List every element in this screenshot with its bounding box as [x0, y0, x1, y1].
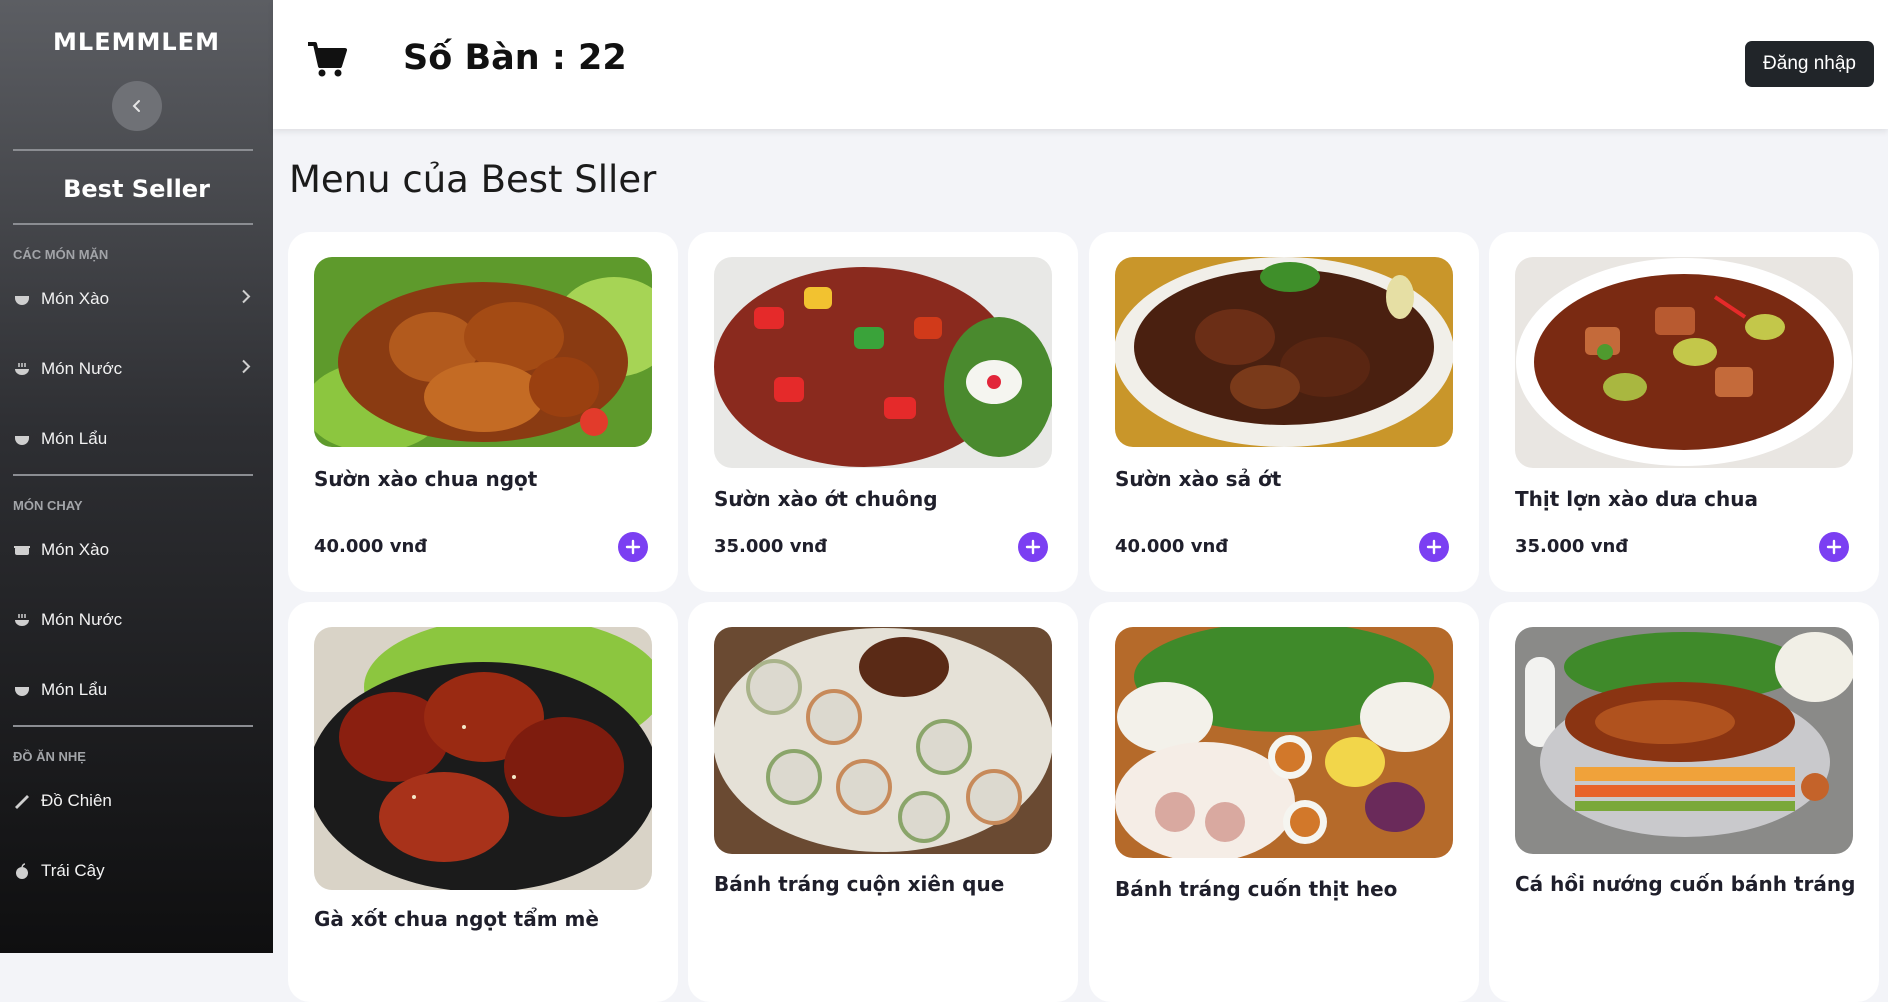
bowl-steam-icon	[13, 360, 31, 378]
login-button[interactable]: Đăng nhập	[1745, 41, 1874, 87]
page-title: Menu của Best Sller	[289, 158, 657, 201]
food-image-ca-hoi-nuong-cuon-banh-trang	[1515, 627, 1853, 854]
food-image-thit-lon-xao-dua-chua	[1515, 257, 1853, 468]
product-card[interactable]: Sườn xào ớt chuông 35.000 vnđ	[688, 232, 1078, 592]
product-price: 35.000 vnđ	[714, 536, 828, 557]
product-name: Sườn xào sả ớt	[1115, 467, 1282, 491]
add-to-cart-button[interactable]	[618, 532, 648, 562]
bowl-icon	[13, 430, 31, 448]
apple-icon	[13, 862, 31, 880]
product-name: Thịt lợn xào dưa chua	[1515, 487, 1758, 511]
sidebar-item-chay-mon-lau[interactable]: Món Lẩu	[0, 655, 273, 725]
product-name: Cá hồi nướng cuốn bánh tráng	[1515, 872, 1856, 896]
plus-icon	[1025, 539, 1041, 555]
bowl-icon	[13, 290, 31, 308]
bowl-icon	[13, 681, 31, 699]
product-name: Sườn xào ớt chuông	[714, 487, 938, 511]
chevron-left-icon	[132, 100, 140, 112]
sidebar: MLEMMLEM Best Seller CÁC MÓN MẶN Món Xào…	[0, 0, 273, 953]
chevron-right-icon	[241, 289, 251, 310]
sidebar-item-chay-mon-xao[interactable]: Món Xào	[0, 515, 273, 585]
sidebar-item-label: Món Nước	[41, 610, 123, 629]
sidebar-item-label: Trái Cây	[41, 861, 105, 880]
best-seller-link[interactable]: Best Seller	[0, 151, 273, 223]
food-image-banh-trang-cuon-xien-que	[714, 627, 1052, 854]
sidebar-item-mon-lau[interactable]: Món Lẩu	[0, 404, 273, 474]
product-card[interactable]: Cá hồi nướng cuốn bánh tráng	[1489, 602, 1879, 1002]
food-image-suon-xao-sa-ot	[1115, 257, 1453, 447]
plus-icon	[1426, 539, 1442, 555]
sidebar-item-label: Món Xào	[41, 540, 110, 559]
plus-icon	[1826, 539, 1842, 555]
sidebar-item-label: Món Lẩu	[41, 429, 108, 448]
product-name: Gà xốt chua ngọt tẩm mè	[314, 907, 599, 931]
add-to-cart-button[interactable]	[1419, 532, 1449, 562]
product-price: 40.000 vnđ	[1115, 536, 1229, 557]
sidebar-item-label: Món Nước	[41, 359, 123, 378]
section-heading-do-an-nhe: ĐỒ ĂN NHẸ	[13, 749, 86, 764]
sidebar-item-label: Món Lẩu	[41, 680, 108, 699]
sidebar-item-do-chien[interactable]: Đồ Chiên	[0, 766, 273, 836]
product-card[interactable]: Sườn xào sả ớt 40.000 vnđ	[1089, 232, 1479, 592]
product-name: Sườn xào chua ngọt	[314, 467, 538, 491]
bowl-steam-icon	[13, 611, 31, 629]
product-card[interactable]: Thịt lợn xào dưa chua 35.000 vnđ	[1489, 232, 1879, 592]
product-price: 35.000 vnđ	[1515, 536, 1629, 557]
cart-icon[interactable]	[306, 40, 348, 83]
table-number: Số Bàn : 22	[403, 38, 627, 78]
sidebar-item-mon-nuoc[interactable]: Món Nước	[0, 334, 273, 404]
fries-icon	[13, 792, 31, 810]
top-header: Số Bàn : 22 Đăng nhập	[273, 0, 1888, 129]
sidebar-item-label: Đồ Chiên	[41, 791, 112, 810]
food-image-suon-xao-chua-ngot	[314, 257, 652, 447]
collapse-sidebar-button[interactable]	[111, 81, 162, 131]
product-card[interactable]: Bánh tráng cuốn thịt heo	[1089, 602, 1479, 1002]
add-to-cart-button[interactable]	[1819, 532, 1849, 562]
hotpot-icon	[13, 541, 31, 559]
sidebar-item-chay-mon-nuoc[interactable]: Món Nước	[0, 585, 273, 655]
product-price: 40.000 vnđ	[314, 536, 428, 557]
product-card[interactable]: Gà xốt chua ngọt tẩm mè	[288, 602, 678, 1002]
section-heading-mon-chay: MÓN CHAY	[13, 498, 83, 513]
plus-icon	[625, 539, 641, 555]
sidebar-item-trai-cay[interactable]: Trái Cây	[0, 836, 273, 906]
chevron-right-icon	[241, 359, 251, 380]
food-image-banh-trang-cuon-thit-heo	[1115, 627, 1453, 858]
add-to-cart-button[interactable]	[1018, 532, 1048, 562]
product-name: Bánh tráng cuốn thịt heo	[1115, 877, 1398, 901]
product-card[interactable]: Sườn xào chua ngọt 40.000 vnđ	[288, 232, 678, 592]
food-image-suon-xao-ot-chuong	[714, 257, 1052, 468]
product-name: Bánh tráng cuộn xiên que	[714, 872, 1005, 896]
product-card[interactable]: Bánh tráng cuộn xiên que	[688, 602, 1078, 1002]
section-heading-cac-mon-man: CÁC MÓN MẶN	[13, 247, 109, 262]
brand-logo[interactable]: MLEMMLEM	[0, 28, 273, 56]
sidebar-item-label: Món Xào	[41, 289, 110, 308]
food-image-ga-xot-chua-ngot-tam-me	[314, 627, 652, 890]
sidebar-item-mon-xao[interactable]: Món Xào	[0, 264, 273, 334]
